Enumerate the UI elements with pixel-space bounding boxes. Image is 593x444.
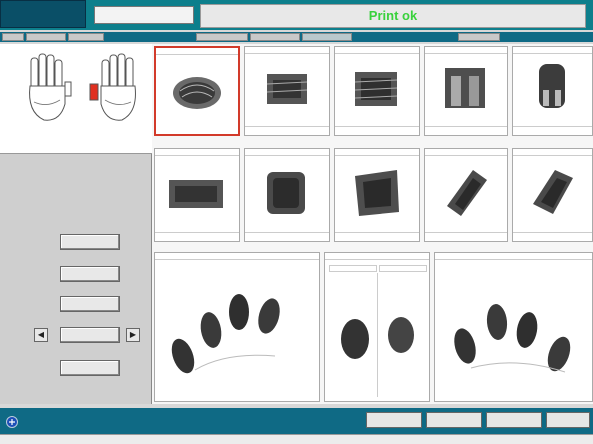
finger-title <box>245 47 329 54</box>
brand-logo <box>6 415 86 429</box>
finger-cell[interactable] <box>424 148 508 242</box>
finger-footer <box>335 232 419 240</box>
finger-footer <box>245 126 329 134</box>
previous-icon: ◀ <box>37 330 45 339</box>
finger-cell[interactable] <box>512 46 593 136</box>
finger-title <box>335 47 419 54</box>
tab-1[interactable] <box>2 33 24 41</box>
tab-strip <box>0 32 593 42</box>
finger-cell[interactable] <box>334 46 420 136</box>
thumbs-image <box>341 317 414 359</box>
bottom-button-2[interactable] <box>426 412 482 428</box>
tab-5[interactable] <box>250 33 300 41</box>
finger-title <box>335 149 419 156</box>
finger-footer <box>513 126 592 134</box>
action-button-2[interactable] <box>60 266 120 282</box>
bottom-button-3[interactable] <box>486 412 542 428</box>
thumbs-cell[interactable] <box>324 252 430 402</box>
status-bar <box>0 434 593 444</box>
left-hand-icon[interactable] <box>22 52 72 132</box>
finger-cell[interactable] <box>424 46 508 136</box>
fingerprint-image <box>539 64 565 108</box>
finger-title <box>245 149 329 156</box>
left-thumb-label <box>329 265 377 272</box>
right-thumb-label <box>379 265 427 272</box>
tab-4[interactable] <box>196 33 248 41</box>
next-icon: ▶ <box>129 330 137 339</box>
left-four-fingers-image <box>171 294 280 374</box>
fingerprint-image <box>267 172 305 214</box>
finger-footer <box>155 232 239 240</box>
bottom-bar <box>0 408 593 434</box>
tab-3[interactable] <box>68 33 104 41</box>
finger-footer <box>425 126 507 134</box>
finger-footer <box>335 126 419 134</box>
fingerprint-image <box>447 170 487 216</box>
bottom-button-1[interactable] <box>366 412 422 428</box>
finger-title <box>513 149 592 156</box>
title-panel: Print ok <box>200 4 586 28</box>
right-four-fingers-image <box>454 304 571 373</box>
right-four-fingers-cell[interactable] <box>434 252 593 402</box>
bottom-button-4[interactable] <box>546 412 590 428</box>
finger-cell[interactable] <box>244 46 330 136</box>
fingerprint-image <box>266 74 308 104</box>
finger-footer <box>245 232 329 240</box>
finger-cell[interactable] <box>512 148 593 242</box>
action-button-4[interactable] <box>60 327 120 343</box>
thumbs-title <box>325 253 429 260</box>
brand-logo-icon <box>6 416 18 428</box>
tab-6[interactable] <box>302 33 352 41</box>
title-bar: Print ok <box>0 0 593 30</box>
finger-cell[interactable] <box>334 148 420 242</box>
fingerprint-image <box>445 68 485 108</box>
scan-button[interactable] <box>60 234 120 250</box>
fingerprint-grid <box>152 44 593 404</box>
right-hand-icon[interactable] <box>88 52 144 132</box>
finger-cell[interactable] <box>244 148 330 242</box>
fingerprint-image <box>169 180 223 208</box>
action-button-3[interactable] <box>60 296 120 312</box>
finger-footer <box>513 232 592 240</box>
finger-footer <box>425 232 507 240</box>
left-four-fingers-cell[interactable] <box>154 252 320 402</box>
finger-title <box>513 47 592 54</box>
next-button[interactable]: ▶ <box>126 328 140 342</box>
fingerprint-image <box>354 72 398 106</box>
finger-cell[interactable] <box>154 148 240 242</box>
finger-title <box>155 149 239 156</box>
hand-selector <box>0 44 152 154</box>
previous-button[interactable]: ◀ <box>34 328 48 342</box>
left-panel: ◀ ▶ <box>0 44 152 404</box>
header-tab[interactable] <box>0 0 86 28</box>
tab-2[interactable] <box>26 33 66 41</box>
page-title: Print ok <box>368 8 418 23</box>
fingerprint-image <box>533 170 573 214</box>
fingerprint-image <box>355 170 399 216</box>
left-four-title <box>155 253 319 260</box>
finger-title <box>156 48 238 55</box>
finger-title <box>425 47 507 54</box>
right-four-title <box>435 253 592 260</box>
tab-7[interactable] <box>458 33 500 41</box>
finger-title <box>425 149 507 156</box>
action-button-5[interactable] <box>60 360 120 376</box>
fingerprint-image <box>173 77 221 109</box>
header-tab-secondary[interactable] <box>94 6 194 24</box>
finger-cell[interactable] <box>154 46 240 136</box>
